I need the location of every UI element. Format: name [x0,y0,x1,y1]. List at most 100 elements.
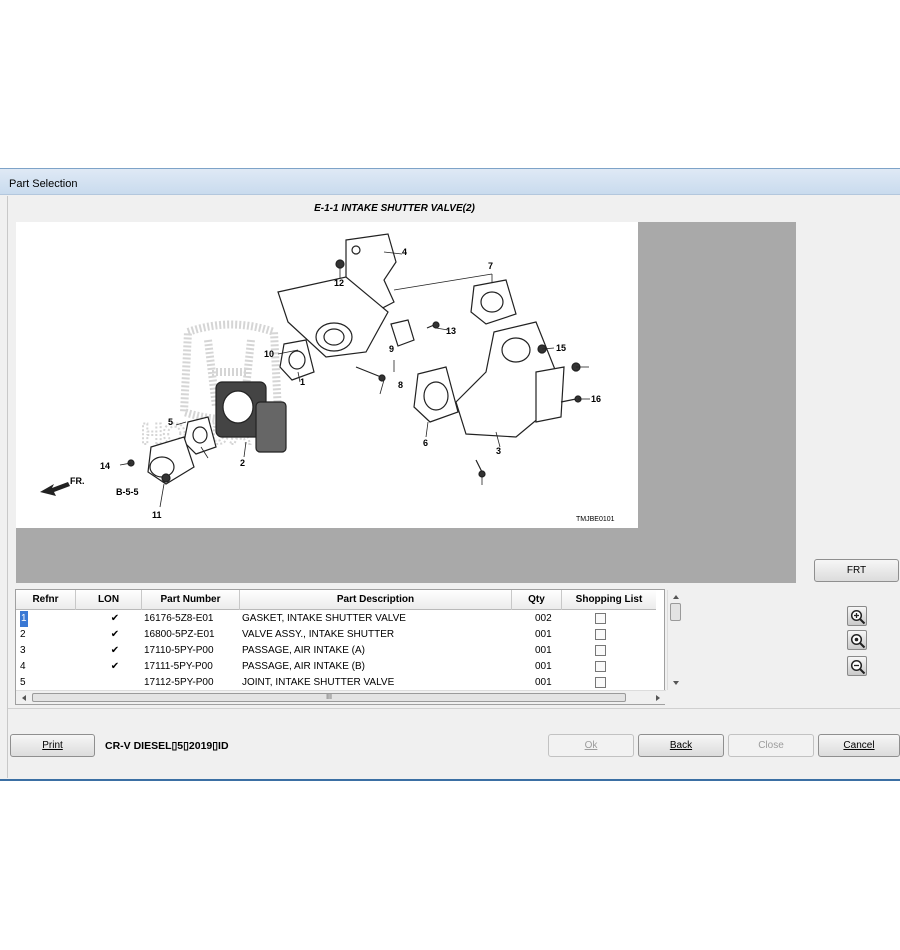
zoom-reset-icon [850,633,866,649]
cell-description: VALVE ASSY., INTAKE SHUTTER [242,629,395,640]
svg-text:1: 1 [300,377,305,387]
part-3-passage-a [455,321,565,438]
shopping-list-checkbox[interactable] [595,645,606,656]
cell-refnr: 2 [20,629,26,640]
zoom-reset-button[interactable] [847,630,867,650]
part-6-gasket [413,366,459,423]
diagram-viewport[interactable]: HONDA [16,222,796,583]
cell-part-number: 16176-5Z8-E01 [144,613,214,624]
cell-refnr: 4 [20,661,26,672]
column-header-qty[interactable]: Qty [512,590,562,610]
table-row[interactable]: 2 ✔ 16800-5PZ-E01 VALVE ASSY., INTAKE SH… [16,627,656,643]
cancel-button-label: Cancel [843,740,875,751]
column-header-description[interactable]: Part Description [240,590,512,610]
cell-qty: 001 [535,645,552,656]
footer-divider [8,708,900,709]
cell-refnr: 3 [20,645,26,656]
svg-text:4: 4 [402,247,407,257]
cell-description: GASKET, INTAKE SHUTTER VALVE [242,613,406,624]
zoom-out-icon [850,659,866,675]
cell-description: JOINT, INTAKE SHUTTER VALVE [242,677,395,688]
window-titlebar[interactable]: Part Selection [0,169,900,195]
table-row[interactable]: 4 ✔ 17111-5PY-P00 PASSAGE, AIR INTAKE (B… [16,659,656,675]
back-button[interactable]: Back [638,734,724,757]
parts-illustration[interactable]: HONDA [16,222,638,528]
horizontal-scroll-thumb[interactable]: III [32,693,626,702]
print-button[interactable]: Print [10,734,95,757]
svg-text:16: 16 [591,394,601,404]
svg-text:5: 5 [168,417,173,427]
cell-lon-check-icon [104,675,126,689]
zoom-out-button[interactable] [847,656,867,676]
fr-arrow-icon: FR. [40,476,85,496]
svg-text:12: 12 [334,278,344,288]
svg-text:2: 2 [240,458,245,468]
cell-qty: 001 [535,677,552,688]
cell-description: PASSAGE, AIR INTAKE (B) [242,661,365,672]
cell-part-number: 17112-5PY-P00 [144,677,214,688]
window-title: Part Selection [9,178,78,190]
column-header-refnr[interactable]: Refnr [16,590,76,610]
cancel-button[interactable]: Cancel [818,734,900,757]
part-4-passage-b [277,233,397,358]
vertical-scrollbar[interactable] [667,590,683,690]
ok-button-label: Ok [584,740,598,751]
close-button[interactable]: Close [728,734,814,757]
column-header-lon[interactable]: LON [76,590,142,610]
part-7-gasket [470,279,517,325]
svg-text:13: 13 [446,326,456,336]
zoom-in-button[interactable] [847,606,867,626]
scroll-up-icon[interactable] [669,592,683,602]
cell-lon-check-icon: ✔ [110,661,120,672]
cell-part-number: 17110-5PY-P00 [144,645,214,656]
vertical-scroll-thumb[interactable] [670,603,681,621]
svg-text:6: 6 [423,438,428,448]
svg-text:FR.: FR. [70,476,85,486]
svg-text:14: 14 [100,461,110,471]
table-row[interactable]: 3 ✔ 17110-5PY-P00 PASSAGE, AIR INTAKE (A… [16,643,656,659]
shopping-list-checkbox[interactable] [595,661,606,672]
cell-part-number: 17111-5PY-P00 [144,661,213,672]
cell-refnr: 1 [20,611,28,627]
svg-text:9: 9 [389,344,394,354]
reference-label: B-5-5 [116,487,139,497]
cell-qty: 001 [535,661,552,672]
cell-lon-check-icon: ✔ [110,629,120,640]
cell-part-number: 16800-5PZ-E01 [144,629,215,640]
table-header: Refnr LON Part Number Part Description Q… [16,590,656,610]
part-10-gasket [279,339,315,381]
print-button-label: Print [42,740,63,751]
back-button-label: Back [669,740,693,751]
cell-qty: 001 [535,629,552,640]
shopping-list-checkbox[interactable] [595,677,606,688]
diagram-code: TMJBE0101 [576,516,615,523]
column-header-shopping-list[interactable]: Shopping List [562,590,656,610]
shopping-list-checkbox[interactable] [595,613,606,624]
cell-qty: 002 [535,613,552,624]
window-client: E-1-1 INTAKE SHUTTER VALVE(2) HONDA [7,196,900,778]
close-button-label: Close [758,740,784,751]
frt-button[interactable]: FRT [814,559,899,582]
parts-table: Refnr LON Part Number Part Description Q… [15,589,683,705]
scroll-right-icon[interactable] [653,692,663,704]
horizontal-scrollbar[interactable]: III [16,690,666,704]
table-row[interactable]: 1 ✔ 16176-5Z8-E01 GASKET, INTAKE SHUTTER… [16,611,656,627]
svg-text:11: 11 [152,510,162,520]
zoom-in-icon [850,609,866,625]
svg-text:15: 15 [556,343,566,353]
scroll-down-icon[interactable] [669,678,683,688]
column-header-part-number[interactable]: Part Number [142,590,240,610]
ok-button[interactable]: Ok [548,734,634,757]
shopping-list-checkbox[interactable] [595,629,606,640]
cell-refnr: 5 [20,677,26,688]
scroll-left-icon[interactable] [19,692,29,704]
svg-text:3: 3 [496,446,501,456]
svg-text:8: 8 [398,380,403,390]
cell-lon-check-icon: ✔ [110,613,120,624]
cell-description: PASSAGE, AIR INTAKE (A) [242,645,365,656]
table-row[interactable]: 5 17112-5PY-P00 JOINT, INTAKE SHUTTER VA… [16,675,656,689]
vehicle-label: CR-V DIESEL▯5▯2019▯ID [105,740,229,752]
svg-text:7: 7 [488,261,493,271]
diagram-title: E-1-1 INTAKE SHUTTER VALVE(2) [314,203,475,214]
svg-text:10: 10 [264,349,274,359]
